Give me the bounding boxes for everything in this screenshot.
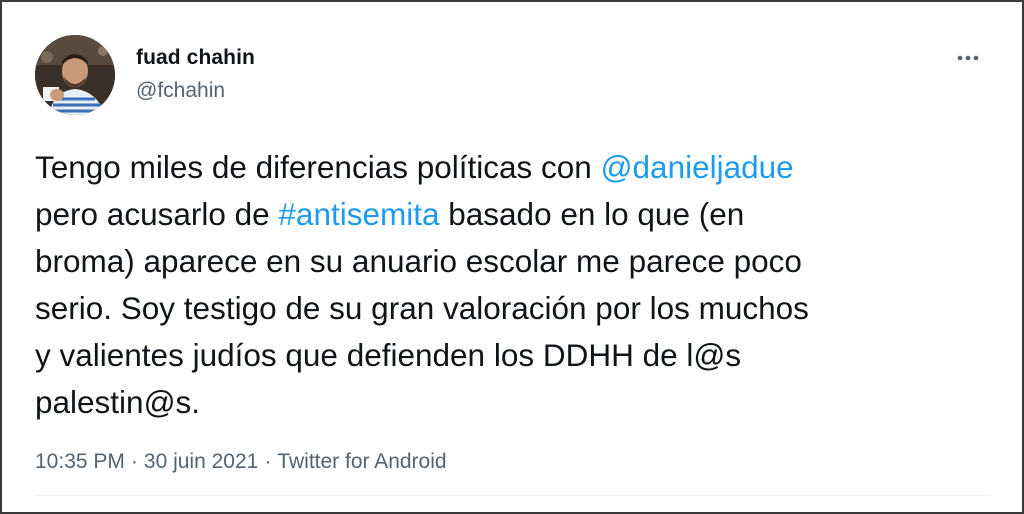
tweet-text-line: Tengo miles de diferencias políticas con… — [35, 144, 995, 191]
tweet-text-segment: basado en lo que (en — [439, 196, 745, 232]
profile-photo — [35, 35, 115, 115]
meta-separator: · — [264, 450, 272, 473]
tweet-text-segment: palestin@s. — [35, 384, 201, 420]
tweet-text-segment: serio. Soy testigo de su gran valoración… — [35, 290, 809, 326]
tweet-card: fuad chahin @fchahin Tengo miles de dife… — [0, 0, 1024, 514]
tweet-text-segment: Tengo miles de diferencias políticas con — [35, 149, 601, 185]
tweet-date[interactable]: 30 juin 2021 — [144, 450, 258, 473]
tweet-text-segment: y valientes judíos que defienden los DDH… — [35, 337, 742, 373]
tweet-text-line: palestin@s. — [35, 379, 995, 426]
author-display-name[interactable]: fuad chahin — [136, 46, 255, 70]
tweet-text: Tengo miles de diferencias políticas con… — [35, 144, 995, 426]
more-options-button[interactable] — [952, 42, 984, 74]
divider — [35, 495, 990, 496]
mention-link[interactable]: @danieljadue — [601, 149, 794, 185]
tweet-source[interactable]: Twitter for Android — [277, 450, 446, 473]
more-horizontal-icon — [957, 55, 979, 61]
tweet-text-segment: pero acusarlo de — [35, 196, 279, 232]
tweet-metadata: 10:35 PM · 30 juin 2021 · Twitter for Androi… — [35, 450, 447, 474]
tweet-text-line: y valientes judíos que defienden los DDH… — [35, 332, 995, 379]
author-handle[interactable]: @fchahin — [136, 79, 225, 103]
meta-separator: · — [130, 450, 138, 473]
hashtag-link[interactable]: #antisemita — [278, 196, 439, 232]
tweet-text-line: broma) aparece en su anuario escolar me … — [35, 238, 995, 285]
tweet-text-segment: broma) aparece en su anuario escolar me … — [35, 243, 802, 279]
tweet-text-line: serio. Soy testigo de su gran valoración… — [35, 285, 995, 332]
tweet-time[interactable]: 10:35 PM — [35, 450, 125, 473]
tweet-text-line: pero acusarlo de #antisemita basado en l… — [35, 191, 995, 238]
avatar[interactable] — [35, 35, 115, 115]
